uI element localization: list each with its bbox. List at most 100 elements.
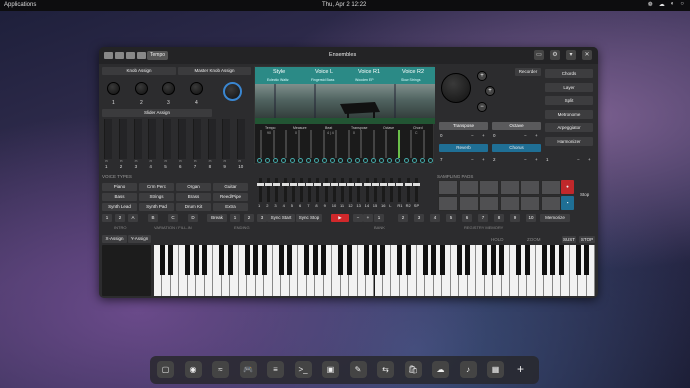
bottom-btn-19[interactable]: 5 — [446, 214, 456, 222]
mixer-handle-6[interactable] — [298, 183, 305, 186]
knob-3[interactable] — [162, 82, 175, 95]
mixer-handle-4[interactable] — [281, 183, 289, 186]
knob-assign-label[interactable]: Knob Assign — [102, 67, 176, 75]
system-tray[interactable]: ❁ ☁ ◐ ○ — [648, 1, 684, 8]
settings-icon[interactable]: ⚙ — [550, 50, 560, 60]
black-key[interactable] — [321, 245, 327, 275]
voice-bass[interactable]: Bass — [102, 193, 137, 201]
black-key[interactable] — [524, 245, 530, 275]
dial-plus-button[interactable]: + — [477, 71, 487, 81]
mixer-handle-3[interactable] — [273, 183, 281, 186]
dock-wave-icon[interactable]: ≈ — [212, 361, 229, 378]
screen-slider-3[interactable] — [285, 130, 287, 158]
black-key[interactable] — [261, 245, 267, 275]
mixer-track-6[interactable] — [300, 178, 303, 202]
voice-r1-tab[interactable]: Voice R1 — [358, 69, 380, 75]
black-key[interactable] — [159, 245, 165, 275]
sampling-pad-3[interactable] — [479, 180, 499, 195]
transpose-plus[interactable]: + — [482, 133, 485, 138]
black-key[interactable] — [193, 245, 199, 275]
bottom-btn-2[interactable]: A — [128, 214, 138, 222]
transpose-button[interactable]: Transpose — [439, 122, 488, 130]
piano-keyboard[interactable] — [154, 245, 595, 296]
minimize-icon[interactable]: ▾ — [566, 50, 576, 60]
bottom-btn-6[interactable]: Break — [207, 214, 227, 222]
dock-magic-icon[interactable]: ✎ — [349, 361, 367, 378]
bottom-btn-3[interactable]: B — [148, 214, 158, 222]
mixer-track-14[interactable] — [365, 178, 369, 202]
bottom-btn-20[interactable]: 6 — [462, 214, 472, 222]
mixer-handle-20[interactable] — [412, 183, 420, 186]
sampling-pad-9[interactable] — [479, 196, 499, 211]
assign-slider-7[interactable] — [192, 119, 201, 159]
bottom-btn-16[interactable]: 2 — [398, 214, 408, 222]
sampling-pad-4[interactable] — [499, 180, 520, 195]
sampling-pad-5[interactable] — [520, 180, 540, 195]
mixer-track-10[interactable] — [332, 178, 336, 202]
mixer-track-18[interactable] — [398, 178, 402, 202]
bottom-btn-10[interactable]: Sync Start — [267, 214, 295, 222]
assign-slider-5[interactable] — [163, 119, 172, 159]
assign-slider-1[interactable] — [104, 119, 112, 159]
black-key[interactable] — [482, 245, 488, 275]
screen-slider-14[interactable] — [422, 130, 425, 158]
right-btn-split[interactable]: Split — [545, 96, 593, 105]
knob-2[interactable] — [135, 82, 148, 95]
black-key[interactable] — [346, 245, 352, 275]
bottom-btn-5[interactable]: D — [188, 214, 198, 222]
black-key[interactable] — [558, 245, 564, 275]
mixer-track-5[interactable] — [291, 178, 295, 202]
y-assign-button[interactable]: Y-Assign — [128, 235, 151, 243]
black-key[interactable] — [227, 245, 233, 275]
octave-minus[interactable]: − — [524, 133, 527, 138]
octave-button[interactable]: Octave — [492, 122, 541, 130]
dock-add-button[interactable]: + — [512, 361, 529, 378]
bottom-btn-23[interactable]: 9 — [510, 214, 520, 222]
octave-plus[interactable]: + — [535, 133, 538, 138]
sampling-pad-12[interactable] — [540, 196, 561, 211]
voice-brass[interactable]: Brass — [176, 193, 211, 201]
black-key[interactable] — [490, 245, 496, 275]
mixer-track-13[interactable] — [357, 178, 361, 202]
dock-case-icon[interactable]: ▣ — [322, 361, 339, 378]
screen-slider-10[interactable] — [372, 130, 375, 158]
mixer-track-4[interactable] — [283, 178, 287, 202]
transpose-minus[interactable]: − — [471, 133, 474, 138]
bottom-btn-4[interactable]: C — [168, 214, 178, 222]
black-key[interactable] — [405, 245, 411, 275]
mixer-handle-16[interactable] — [380, 183, 387, 186]
assign-slider-9[interactable] — [222, 119, 231, 159]
bottom-btn-0[interactable]: 1 — [102, 214, 112, 222]
mixer-track-16[interactable] — [382, 178, 385, 202]
bottom-btn-24[interactable]: 10 — [526, 214, 536, 222]
screen-slider-5[interactable] — [310, 130, 312, 158]
black-key[interactable] — [312, 245, 318, 275]
bottom-btn-21[interactable]: 7 — [478, 214, 488, 222]
black-key[interactable] — [397, 245, 403, 275]
stop-button[interactable]: STOP — [579, 236, 595, 243]
slider-handle-8[interactable]: ▭ — [209, 159, 212, 163]
sampling-pad-2[interactable] — [458, 180, 479, 195]
voice-synth-pad[interactable]: Synth Pad — [139, 203, 174, 211]
sampling-stop-button[interactable]: Stop — [580, 192, 589, 197]
chorus-minus[interactable]: − — [524, 157, 527, 162]
close-icon[interactable]: ✕ — [582, 50, 592, 60]
mixer-handle-8[interactable] — [314, 183, 322, 186]
mixer-handle-15[interactable] — [371, 183, 379, 186]
black-key[interactable] — [372, 245, 377, 275]
bottom-btn-12[interactable]: ▶ — [331, 214, 349, 222]
mixer-handle-11[interactable] — [339, 183, 346, 186]
bottom-btn-9[interactable]: 3 — [257, 214, 267, 222]
black-key[interactable] — [380, 245, 386, 275]
arp-plus[interactable]: + — [588, 157, 591, 162]
style-tab[interactable]: Style — [273, 69, 285, 75]
hold-label[interactable]: HOLD — [491, 237, 504, 242]
mixer-track-11[interactable] — [341, 178, 344, 202]
screen-slider-6[interactable] — [322, 130, 325, 158]
black-key[interactable] — [516, 245, 522, 275]
assign-slider-10[interactable] — [237, 119, 246, 159]
dial-plus-2-button[interactable]: + — [485, 86, 495, 96]
black-key[interactable] — [168, 245, 174, 275]
chorus-button[interactable]: Chorus — [492, 144, 541, 152]
mixer-handle-7[interactable] — [306, 183, 314, 186]
